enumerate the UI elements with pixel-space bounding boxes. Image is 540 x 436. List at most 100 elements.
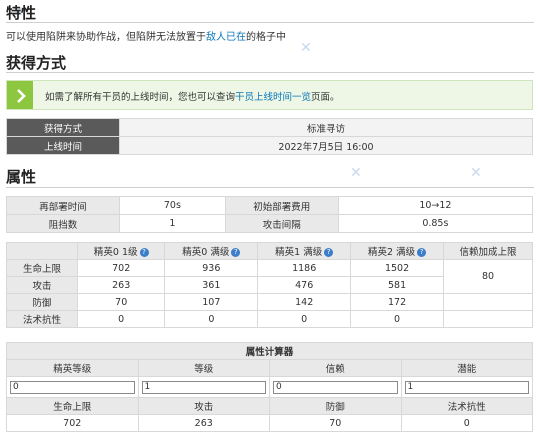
release-time-value: 2022年7月5日 16:00	[119, 136, 533, 155]
stats-header-label: 精英0 1级	[93, 247, 138, 258]
watermark-x-2: ✕	[300, 40, 313, 56]
level-input[interactable]: 1	[141, 380, 266, 394]
calculator-title-row: 属性计算器	[6, 342, 533, 360]
stat-value: 0	[164, 310, 259, 328]
result-atk-value: 263	[137, 414, 270, 432]
help-icon[interactable]: ?	[324, 248, 334, 257]
calculator-title: 属性计算器	[6, 342, 533, 360]
table-row: 阻挡数 1 攻击间隔 0.85s	[6, 214, 534, 233]
potential-input[interactable]: 1	[404, 380, 529, 394]
trust-label: 信赖	[269, 359, 402, 377]
table-row: 法术抗性 0 0 0 0	[6, 310, 533, 328]
notice-bar	[7, 81, 33, 109]
block-count-label: 阻挡数	[6, 214, 120, 233]
stat-value: 142	[257, 293, 352, 311]
result-def-label: 防御	[269, 397, 402, 415]
attribute-calculator: 属性计算器 精英等级 等级 信赖 潜能 0 1 0 1 生命上限 攻击 防御 法…	[6, 342, 533, 432]
release-time-list-link[interactable]: 干员上线时间一览	[235, 92, 311, 103]
stats-header-e0-lv1: 精英0 1级?	[76, 242, 166, 260]
attributes-divider	[6, 187, 534, 188]
stat-label: 防御	[6, 293, 78, 311]
result-hp-value: 702	[6, 414, 139, 432]
watermark-x-3: ✕	[350, 165, 363, 181]
stat-value: 70	[76, 293, 166, 311]
chevron-right-icon	[17, 89, 26, 103]
stats-header-e2-max: 精英2 满级?	[350, 242, 444, 260]
potential-cell: 1	[400, 376, 533, 398]
trust-bonus-value: 80	[443, 259, 533, 294]
stats-header-label: 精英2 满级	[368, 247, 416, 258]
acquire-method-value: 标准寻访	[119, 118, 533, 137]
table-row: 获得方式 标准寻访	[6, 118, 533, 137]
stats-header-label: 精英1 满级	[275, 247, 323, 258]
stat-value: 361	[164, 276, 259, 294]
potential-label: 潜能	[400, 359, 533, 377]
help-icon[interactable]: ?	[231, 248, 241, 257]
stats-header-e0-max: 精英0 满级?	[164, 242, 259, 260]
stat-label: 攻击	[6, 276, 78, 294]
result-res-label: 法术抗性	[400, 397, 533, 415]
notice-text: 如需了解所有干员的上线时间，您也可以查询干员上线时间一览页面。	[45, 89, 340, 103]
stats-header-label: 精英0 满级	[182, 247, 230, 258]
traits-divider	[6, 22, 534, 23]
acquire-heading: 获得方式	[6, 54, 67, 72]
trust-cell: 0	[269, 376, 402, 398]
elite-level-cell: 0	[6, 376, 139, 398]
stat-value: 702	[76, 259, 166, 277]
table-row: 上线时间 2022年7月5日 16:00	[6, 136, 533, 155]
notice-text-after: 页面。	[311, 92, 340, 103]
stats-header-row: 精英0 1级? 精英0 满级? 精英1 满级? 精英2 满级? 信赖加成上限	[6, 242, 533, 260]
traits-heading: 特性	[6, 4, 37, 22]
help-icon[interactable]: ?	[417, 248, 427, 257]
stats-header-trust: 信赖加成上限	[443, 242, 533, 260]
result-atk-label: 攻击	[137, 397, 270, 415]
deploy-cost-value: 10→12	[337, 196, 534, 215]
watermark-x-4: ✕	[470, 165, 483, 181]
calculator-results: 702 263 70 0	[6, 414, 533, 432]
stats-header-e1-max: 精英1 满级?	[257, 242, 352, 260]
table-row: 防御 70 107 142 172	[6, 293, 533, 311]
redeploy-time-label: 再部署时间	[6, 196, 120, 215]
attack-interval-label: 攻击间隔	[224, 214, 339, 233]
stat-value: 1502	[350, 259, 444, 277]
stat-value: 172	[350, 293, 444, 311]
stat-value: 581	[350, 276, 444, 294]
calculator-inputs: 0 1 0 1	[6, 376, 533, 398]
calculator-input-labels: 精英等级 等级 信赖 潜能	[6, 359, 533, 377]
attack-interval-value: 0.85s	[337, 214, 534, 233]
basic-attributes-table: 再部署时间 70s 初始部署费用 10→12 阻挡数 1 攻击间隔 0.85s	[6, 196, 534, 233]
trust-empty	[443, 293, 533, 311]
block-count-value: 1	[119, 214, 226, 233]
stat-value: 0	[350, 310, 444, 328]
stat-value: 0	[257, 310, 352, 328]
result-hp-label: 生命上限	[6, 397, 139, 415]
acquisition-table: 获得方式 标准寻访 上线时间 2022年7月5日 16:00	[6, 118, 533, 155]
elite-level-label: 精英等级	[6, 359, 139, 377]
release-time-label: 上线时间	[6, 136, 120, 155]
trust-empty	[443, 310, 533, 328]
stat-value: 107	[164, 293, 259, 311]
level-label: 等级	[137, 359, 270, 377]
redeploy-time-value: 70s	[119, 196, 226, 215]
help-icon[interactable]: ?	[139, 248, 149, 257]
trust-input[interactable]: 0	[273, 380, 398, 394]
level-cell: 1	[137, 376, 270, 398]
release-time-notice: 如需了解所有干员的上线时间，您也可以查询干员上线时间一览页面。	[6, 80, 533, 110]
calculator-result-labels: 生命上限 攻击 防御 法术抗性	[6, 397, 533, 415]
traits-text-after: 的格子中	[246, 32, 286, 43]
acquire-divider	[6, 72, 534, 73]
table-row: 生命上限 702 936 1186 1502 80	[6, 259, 533, 294]
traits-highlight-link[interactable]: 敌人已在	[206, 32, 246, 43]
stats-table: 精英0 1级? 精英0 满级? 精英1 满级? 精英2 满级? 信赖加成上限 生…	[6, 242, 533, 328]
stat-value: 476	[257, 276, 352, 294]
traits-text: 可以使用陷阱来协助作战，但陷阱无法放置于敌人已在的格子中	[6, 28, 286, 43]
stat-value: 1186	[257, 259, 352, 277]
traits-text-before: 可以使用陷阱来协助作战，但陷阱无法放置于	[6, 32, 206, 43]
elite-level-input[interactable]: 0	[10, 380, 135, 394]
stat-value: 936	[164, 259, 259, 277]
result-res-value: 0	[400, 414, 533, 432]
stat-label: 生命上限	[6, 259, 78, 277]
table-row: 再部署时间 70s 初始部署费用 10→12	[6, 196, 534, 215]
deploy-cost-label: 初始部署费用	[224, 196, 339, 215]
stats-corner	[6, 242, 78, 260]
